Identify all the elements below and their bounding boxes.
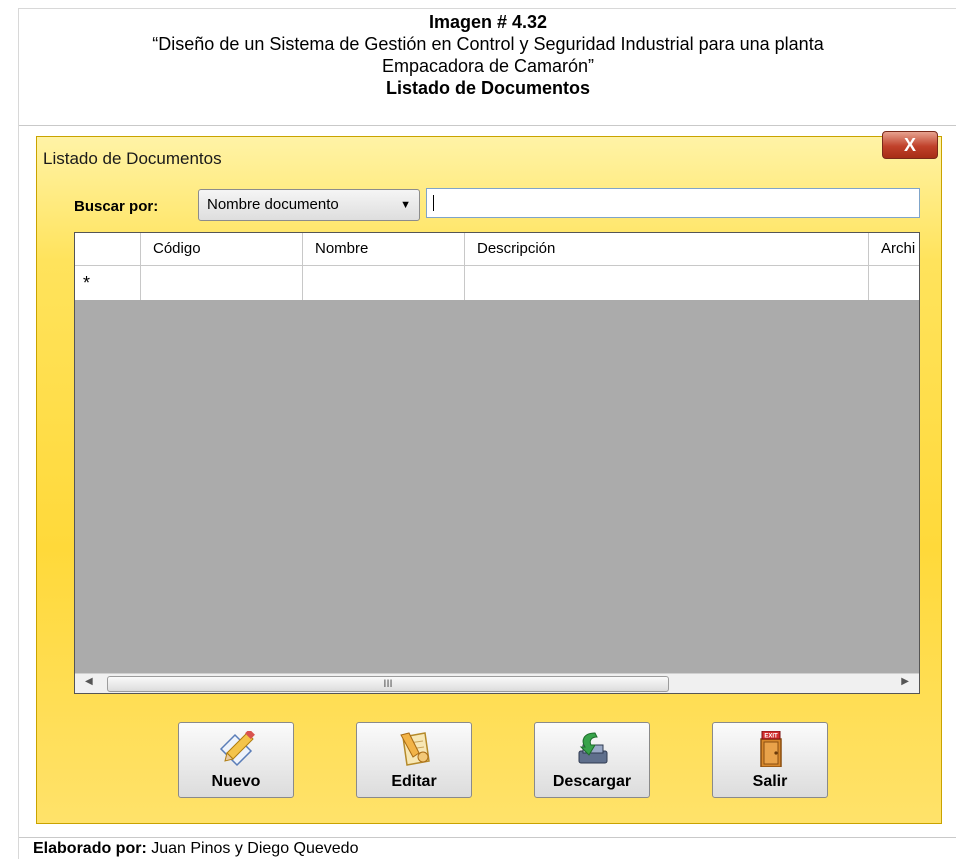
cell-archivo[interactable] <box>869 266 919 300</box>
documents-grid[interactable]: Código Nombre Descripción Archi * ◀ III … <box>74 232 920 694</box>
caption-image-number: Imagen # 4.32 <box>428 12 548 32</box>
editar-button[interactable]: Editar <box>356 722 472 798</box>
window-title: Listado de Documentos <box>43 149 222 168</box>
footer-label: Elaborado por: <box>33 840 147 857</box>
table-row[interactable]: * <box>75 265 919 300</box>
descargar-button-label: Descargar <box>552 773 632 790</box>
column-header-codigo[interactable]: Código <box>141 233 303 265</box>
close-button[interactable]: X <box>882 131 938 159</box>
row-header[interactable]: * <box>75 266 141 300</box>
nuevo-button[interactable]: Nuevo <box>178 722 294 798</box>
window-client-area: Buscar por: Nombre documento ▼ Código No… <box>38 172 938 818</box>
figure-caption: Imagen # 4.32 “Diseño de un Sistema de G… <box>19 9 956 126</box>
search-input[interactable] <box>426 188 920 218</box>
scrollbar-thumb[interactable]: III <box>107 676 669 692</box>
pencil-document-icon <box>219 731 255 767</box>
footer-authors: Juan Pinos y Diego Quevedo <box>151 840 359 857</box>
search-field-value: Nombre documento <box>207 196 339 213</box>
grid-header: Código Nombre Descripción Archi <box>75 233 919 265</box>
caption-subtitle: Listado de Documentos <box>385 78 591 98</box>
search-field-select[interactable]: Nombre documento ▼ <box>198 189 420 221</box>
caption-footer: Elaborado por: Juan Pinos y Diego Queved… <box>19 837 956 859</box>
caption-title-line1: “Diseño de un Sistema de Gestión en Cont… <box>152 34 824 54</box>
column-header-nombre[interactable]: Nombre <box>303 233 465 265</box>
column-header-descripcion[interactable]: Descripción <box>465 233 869 265</box>
column-header-archivo[interactable]: Archi <box>869 233 919 265</box>
edit-paper-icon <box>400 732 430 766</box>
download-printer-icon <box>578 732 608 764</box>
chevron-down-icon: ▼ <box>400 199 411 211</box>
scrollbar-grip: III <box>383 678 393 690</box>
exit-door-icon: EXIT <box>760 731 782 767</box>
caption-title-line2: Empacadora de Camarón” <box>381 56 595 76</box>
search-label: Buscar por: <box>74 198 159 215</box>
editar-button-label: Editar <box>391 773 437 790</box>
scroll-right-icon[interactable]: ▶ <box>901 676 909 687</box>
row-header-corner <box>75 233 141 265</box>
nuevo-button-label: Nuevo <box>211 773 261 790</box>
scroll-left-icon[interactable]: ◀ <box>85 676 93 687</box>
salir-button[interactable]: EXIT Salir <box>712 722 828 798</box>
cell-nombre[interactable] <box>303 266 465 300</box>
cell-codigo[interactable] <box>141 266 303 300</box>
salir-button-label: Salir <box>752 773 788 790</box>
horizontal-scrollbar[interactable]: ◀ III ▶ <box>75 673 919 693</box>
exit-sign-text: EXIT <box>764 734 778 740</box>
cell-descripcion[interactable] <box>465 266 869 300</box>
new-row-icon: * <box>83 273 91 293</box>
text-caret <box>433 195 434 211</box>
descargar-button[interactable]: Descargar <box>534 722 650 798</box>
close-icon: X <box>903 135 916 155</box>
